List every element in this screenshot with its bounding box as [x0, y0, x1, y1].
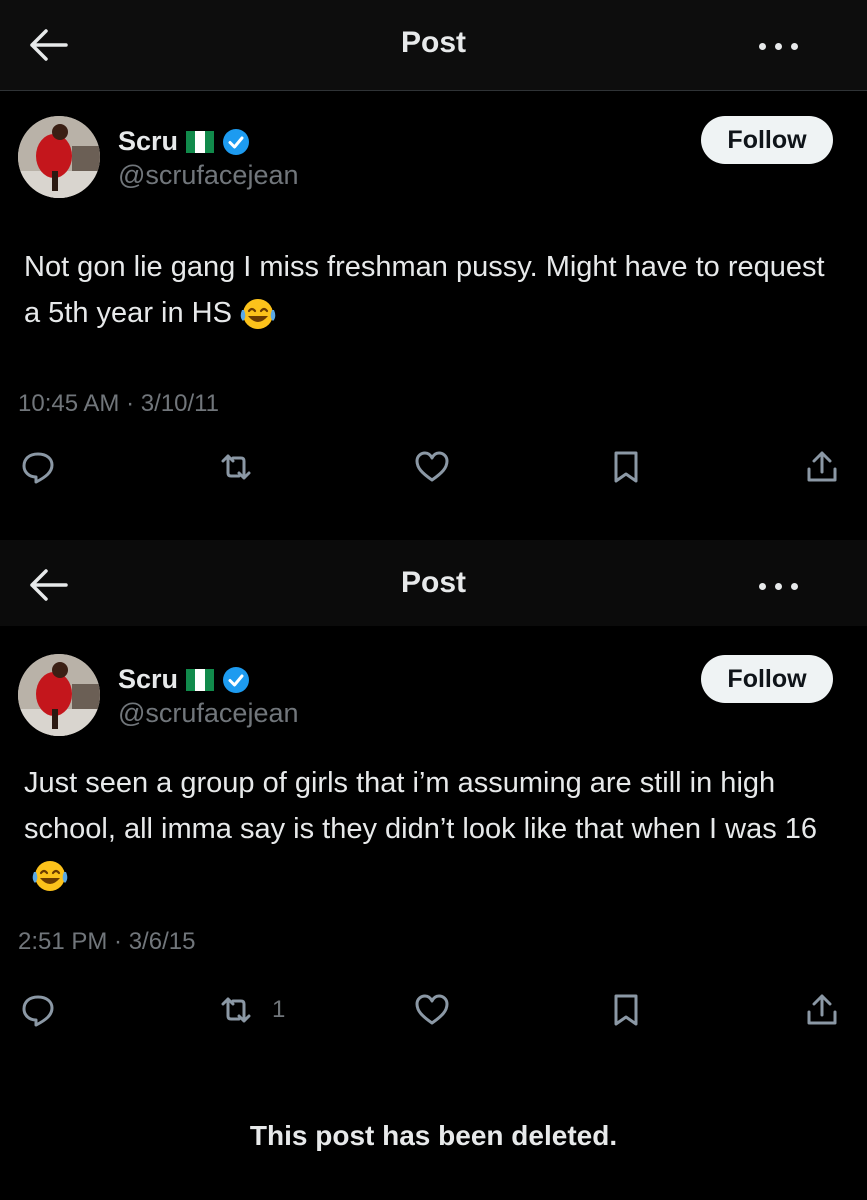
retweet-icon[interactable] [214, 447, 258, 487]
bookmark-icon[interactable] [604, 447, 648, 487]
face-with-tears-of-joy-icon [32, 861, 68, 892]
page-title: Post [400, 566, 466, 599]
reply-icon[interactable] [16, 990, 60, 1030]
verified-badge-icon [223, 128, 250, 155]
bookmark-icon[interactable] [604, 990, 648, 1030]
display-name[interactable]: Scru [118, 664, 250, 695]
username-handle[interactable]: @scrufacejean [118, 160, 299, 191]
follow-button[interactable]: Follow [701, 655, 833, 703]
face-with-tears-of-joy-icon [240, 299, 276, 330]
display-name-text: Scru [118, 126, 179, 156]
follow-button[interactable]: Follow [701, 116, 833, 164]
deleted-notice: This post has been deleted. [249, 1120, 618, 1151]
username-handle[interactable]: @scrufacejean [118, 698, 299, 729]
top-bar: Post [0, 0, 867, 91]
post-panel-1: Post Scru @scrufacejean Follow Not gon l… [0, 0, 867, 540]
verified-badge-icon [223, 666, 250, 693]
more-icon[interactable] [757, 30, 801, 60]
display-name[interactable]: Scru [118, 126, 250, 157]
top-bar: Post [0, 540, 867, 626]
post-text: Just seen a group of girls that i’m assu… [24, 760, 844, 898]
retweet-count: 1 [272, 996, 286, 1023]
post-text: Not gon lie gang I miss freshman pussy. … [24, 244, 844, 336]
display-name-text: Scru [118, 664, 179, 694]
share-icon[interactable] [800, 990, 844, 1030]
post-panel-2: Post Scru @scrufacejean Follow Just seen… [0, 540, 867, 1085]
like-icon[interactable] [410, 447, 454, 487]
reply-icon[interactable] [16, 447, 60, 487]
avatar[interactable] [18, 116, 100, 198]
like-icon[interactable] [410, 990, 454, 1030]
more-icon[interactable] [757, 570, 801, 600]
share-icon[interactable] [800, 447, 844, 487]
nigeria-flag-icon [186, 130, 215, 153]
action-bar [0, 447, 867, 487]
avatar[interactable] [18, 654, 100, 736]
timestamp[interactable]: 2:51 PM · 3/6/15 [18, 928, 195, 956]
action-bar: 1 [0, 990, 867, 1030]
page-title: Post [400, 26, 466, 59]
retweet-icon[interactable] [214, 990, 258, 1030]
timestamp[interactable]: 10:45 AM · 3/10/11 [18, 390, 219, 418]
nigeria-flag-icon [186, 668, 215, 691]
